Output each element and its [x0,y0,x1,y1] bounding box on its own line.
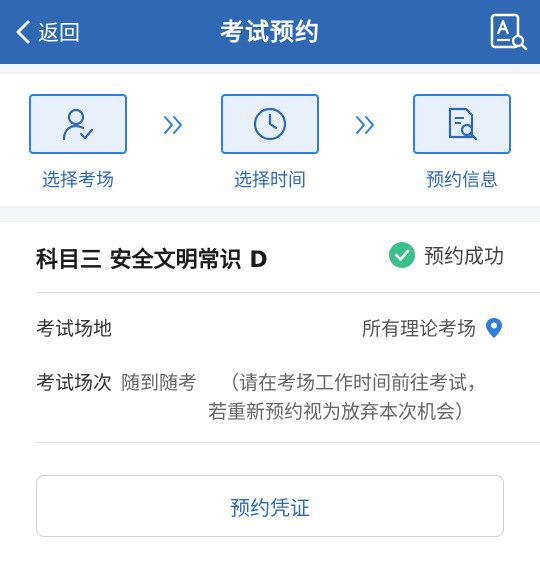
exam-subject: 科目三 安全文明常识 D [36,248,268,273]
divider [36,292,540,293]
venue-text: 所有理论考场 [361,318,476,340]
top-bar: 返回 考试预约 [0,0,540,64]
step-select-time[interactable]: 选择时间 [221,94,319,192]
double-chevron-right-icon [164,116,182,134]
step-box [413,94,511,154]
clock-icon [253,107,287,141]
step-select-venue[interactable]: 选择考场 [29,94,127,192]
venue-label: 考试场地 [36,318,113,340]
step-booking-info[interactable]: 预约信息 [413,94,511,192]
document-search-icon [448,107,478,141]
page-title: 考试预约 [220,18,320,46]
venue-value[interactable]: 所有理论考场 [362,314,504,341]
step-label: 选择考场 [42,170,114,191]
session-note-line1: （请在考场工作时间前往考试， [220,372,487,394]
document-search-icon[interactable] [488,12,528,52]
check-circle-icon [389,241,415,268]
status-badge: 预约成功 [388,240,504,269]
location-pin-icon [486,317,502,338]
booking-card: 科目三 安全文明常识 D 预约成功 考试场地 所有理论考场 考试场次 随到随考 … [0,222,540,561]
divider [36,442,540,443]
step-label: 选择时间 [234,170,306,191]
status-text: 预约成功 [424,244,504,268]
step-indicator: 选择考场 选择时间 预约信息 [0,74,540,206]
session-value: 随到随考 [121,372,198,394]
step-box [29,94,127,154]
step-label: 预约信息 [426,170,498,191]
session-note-line2: 若重新预约视为放弃本次机会） [208,401,475,423]
step-box [221,94,319,154]
session-label: 考试场次 [36,372,113,394]
double-chevron-right-icon [356,116,374,134]
booking-voucher-button[interactable]: 预约凭证 [36,475,504,537]
user-check-icon [62,108,94,141]
